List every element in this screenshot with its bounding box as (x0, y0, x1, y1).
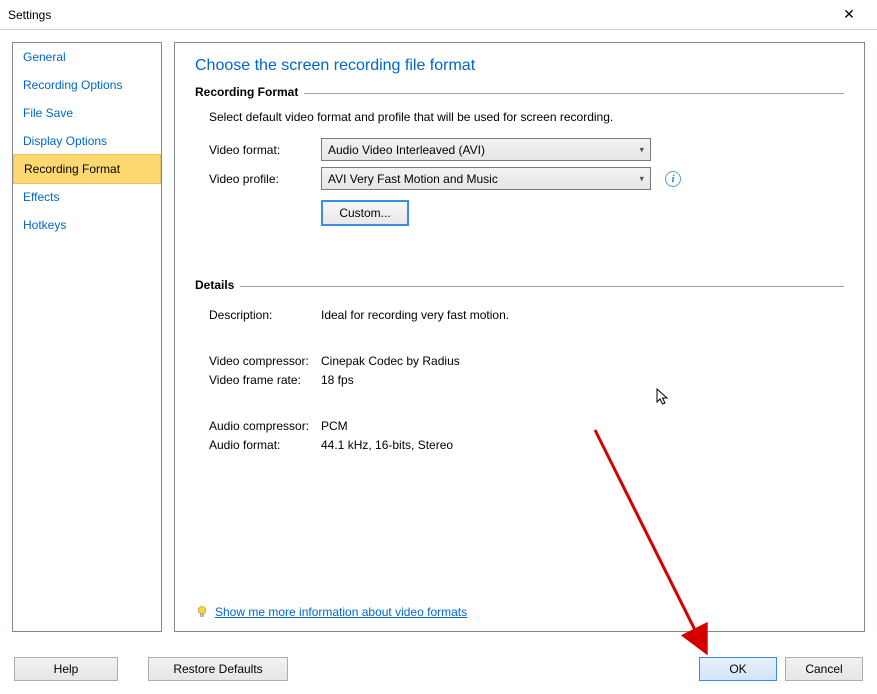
video-format-row: Video format: Audio Video Interleaved (A… (209, 138, 844, 161)
audio-compressor-row: Audio compressor: PCM (209, 419, 844, 433)
sidebar-item-recording-format[interactable]: Recording Format (13, 154, 161, 184)
sidebar-item-general[interactable]: General (13, 43, 161, 71)
video-profile-value: AVI Very Fast Motion and Music (328, 172, 498, 186)
video-profile-label: Video profile: (209, 172, 321, 186)
video-compressor-label: Video compressor: (209, 354, 321, 368)
audio-compressor-label: Audio compressor: (209, 419, 321, 433)
audio-compressor-value: PCM (321, 419, 348, 433)
more-info-link[interactable]: Show me more information about video for… (215, 605, 467, 619)
details-group: Details Description: Ideal for recording… (195, 286, 844, 452)
video-compressor-row: Video compressor: Cinepak Codec by Radiu… (209, 354, 844, 368)
audio-format-value: 44.1 kHz, 16-bits, Stereo (321, 438, 453, 452)
help-button[interactable]: Help (14, 657, 118, 681)
video-frame-rate-value: 18 fps (321, 373, 354, 387)
chevron-down-icon: ▾ (639, 173, 644, 184)
main-panel: Choose the screen recording file format … (174, 42, 865, 632)
video-profile-row: Video profile: AVI Very Fast Motion and … (209, 167, 844, 190)
audio-format-label: Audio format: (209, 438, 321, 452)
content-area: General Recording Options File Save Disp… (0, 30, 877, 644)
info-icon[interactable]: i (665, 171, 681, 187)
cancel-button[interactable]: Cancel (785, 657, 863, 681)
description-value: Ideal for recording very fast motion. (321, 308, 509, 322)
close-icon[interactable]: ✕ (829, 6, 869, 23)
sidebar-item-effects[interactable]: Effects (13, 183, 161, 211)
footer: Help Restore Defaults OK Cancel (0, 644, 877, 694)
video-profile-select[interactable]: AVI Very Fast Motion and Music ▾ (321, 167, 651, 190)
details-legend: Details (195, 278, 240, 292)
audio-format-row: Audio format: 44.1 kHz, 16-bits, Stereo (209, 438, 844, 452)
sidebar-item-display-options[interactable]: Display Options (13, 127, 161, 155)
video-frame-rate-row: Video frame rate: 18 fps (209, 373, 844, 387)
sidebar-item-file-save[interactable]: File Save (13, 99, 161, 127)
custom-button[interactable]: Custom... (321, 200, 409, 226)
video-compressor-value: Cinepak Codec by Radius (321, 354, 460, 368)
video-format-value: Audio Video Interleaved (AVI) (328, 143, 485, 157)
sidebar-item-recording-options[interactable]: Recording Options (13, 71, 161, 99)
recording-format-intro: Select default video format and profile … (209, 110, 844, 124)
recording-format-group: Recording Format Select default video fo… (195, 93, 844, 226)
video-frame-rate-label: Video frame rate: (209, 373, 321, 387)
lightbulb-icon (195, 605, 209, 619)
sidebar: General Recording Options File Save Disp… (12, 42, 162, 632)
description-row: Description: Ideal for recording very fa… (209, 308, 844, 322)
restore-defaults-button[interactable]: Restore Defaults (148, 657, 288, 681)
page-title: Choose the screen recording file format (195, 57, 844, 75)
description-label: Description: (209, 308, 321, 322)
video-format-label: Video format: (209, 143, 321, 157)
sidebar-item-hotkeys[interactable]: Hotkeys (13, 211, 161, 239)
ok-button[interactable]: OK (699, 657, 777, 681)
video-format-select[interactable]: Audio Video Interleaved (AVI) ▾ (321, 138, 651, 161)
chevron-down-icon: ▾ (639, 144, 644, 155)
help-link-row: Show me more information about video for… (195, 605, 467, 619)
recording-format-legend: Recording Format (195, 85, 304, 99)
window-title: Settings (8, 8, 829, 22)
titlebar: Settings ✕ (0, 0, 877, 30)
